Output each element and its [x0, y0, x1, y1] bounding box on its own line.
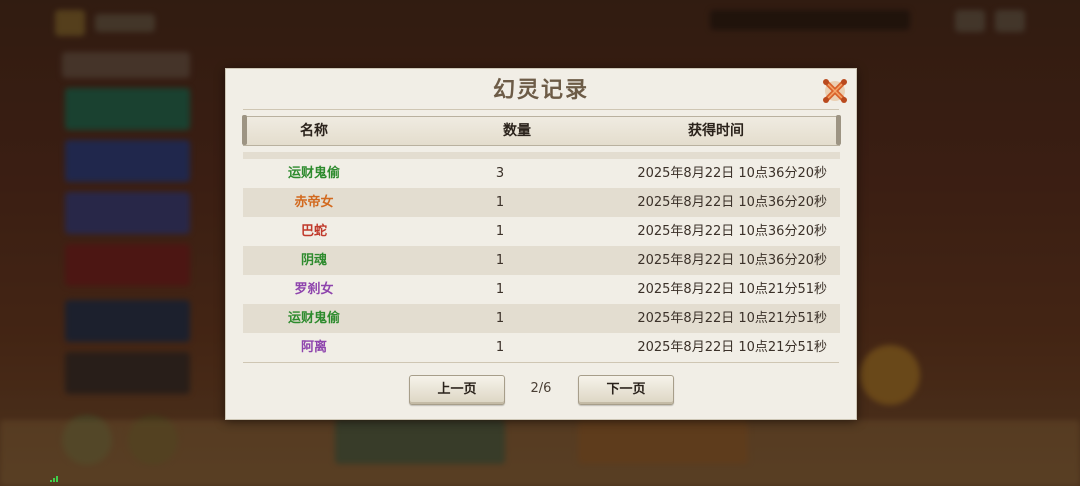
row-name: 赤帝女	[294, 195, 334, 210]
row-time: 2025年8月22日 10点36分20秒	[637, 253, 827, 268]
prev-page-button[interactable]: 上一页	[409, 375, 505, 405]
column-header-name: 名称	[300, 123, 328, 139]
column-header-time: 获得时间	[688, 123, 744, 139]
row-time: 2025年8月22日 10点21分51秒	[637, 311, 827, 326]
dialog-title: 幻灵记录	[492, 77, 589, 103]
row-quantity: 1	[495, 282, 505, 297]
close-x-icon	[823, 79, 847, 103]
table-row: 阿离 1 2025年8月22日 10点21分51秒	[243, 333, 840, 362]
row-quantity: 1	[495, 195, 505, 210]
row-time: 2025年8月22日 10点36分20秒	[637, 195, 827, 210]
table-row: 巴蛇 1 2025年8月22日 10点36分20秒	[243, 217, 840, 246]
row-quantity: 1	[495, 340, 505, 355]
row-time: 2025年8月22日 10点21分51秒	[637, 282, 827, 297]
row-name: 罗刹女	[294, 282, 334, 297]
table-row: 赤帝女 1 2025年8月22日 10点36分20秒	[243, 188, 840, 217]
title-divider	[243, 109, 839, 110]
row-time: 2025年8月22日 10点21分51秒	[637, 340, 827, 355]
close-button[interactable]	[820, 76, 850, 106]
next-page-button[interactable]: 下一页	[578, 375, 674, 405]
table-row: 阴魂 1 2025年8月22日 10点36分20秒	[243, 246, 840, 275]
row-name: 运财鬼偷	[287, 311, 340, 326]
table-bottom-divider	[243, 362, 839, 363]
table-row: 运财鬼偷 3 2025年8月22日 10点36分20秒	[243, 159, 840, 188]
table-row: 运财鬼偷 1 2025年8月22日 10点21分51秒	[243, 304, 840, 333]
table-header: 名称 数量 获得时间	[242, 115, 841, 146]
row-quantity: 1	[495, 253, 505, 268]
row-time: 2025年8月22日 10点36分20秒	[637, 224, 827, 239]
row-name: 阴魂	[300, 253, 327, 268]
record-list: 运财鬼偷 3 2025年8月22日 10点36分20秒 赤帝女 1 2025年8…	[243, 159, 840, 362]
column-header-quantity: 数量	[503, 123, 531, 139]
row-name: 阿离	[300, 340, 327, 355]
row-time: 2025年8月22日 10点36分20秒	[637, 166, 827, 181]
signal-icon	[50, 476, 58, 482]
table-top-strip	[243, 152, 840, 159]
row-name: 巴蛇	[300, 224, 327, 239]
record-dialog: 幻灵记录 名称 数量 获得时间 运财鬼偷 3 2025年8月22日 10点36分…	[225, 68, 857, 420]
row-name: 运财鬼偷	[287, 166, 340, 181]
row-quantity: 3	[495, 166, 505, 181]
row-quantity: 1	[495, 311, 505, 326]
table-row: 罗刹女 1 2025年8月22日 10点21分51秒	[243, 275, 840, 304]
row-quantity: 1	[495, 224, 505, 239]
page-indicator: 2/6	[530, 381, 552, 396]
